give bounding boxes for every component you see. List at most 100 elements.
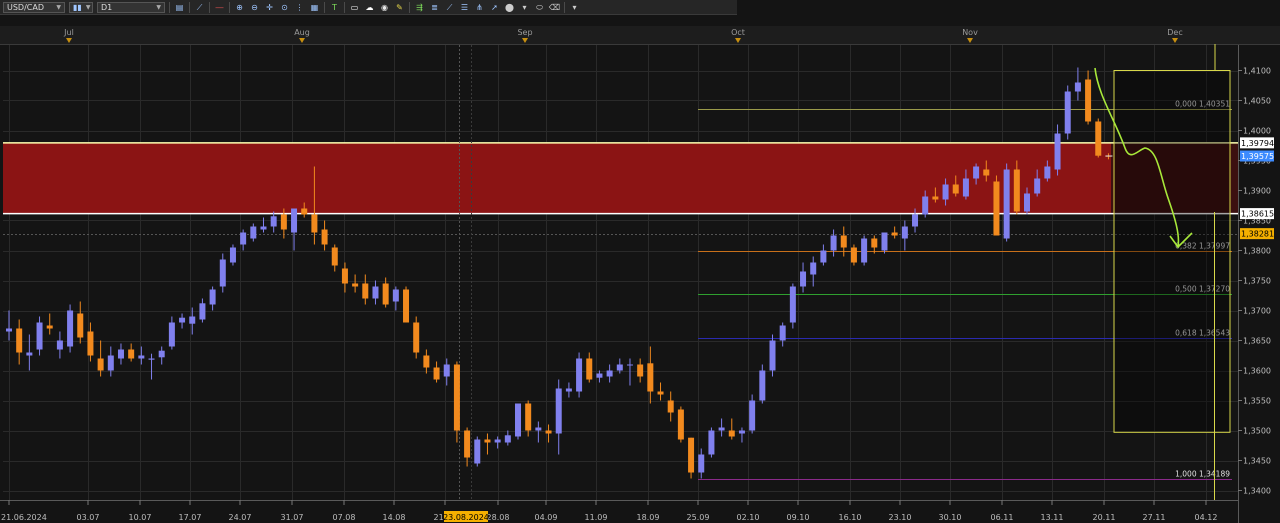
candle-body-bear	[545, 430, 552, 434]
candle-body-bull	[26, 352, 33, 356]
candle-body-bull	[494, 439, 501, 443]
candle-body-bull	[260, 226, 267, 230]
candle-body-bull	[1074, 82, 1081, 92]
month-ruler-background	[0, 26, 1280, 44]
time-tick-label: 13.11	[1041, 513, 1064, 522]
candle-body-bull	[474, 439, 481, 464]
month-label: Dec	[1167, 28, 1182, 37]
candle-body-bull	[1044, 166, 1051, 179]
candle-body-bear	[983, 169, 990, 176]
month-label: Oct	[731, 28, 745, 37]
candle-body-bull	[800, 271, 807, 287]
candle-body-bear	[433, 367, 440, 380]
candle-body-bull	[148, 358, 155, 360]
candle-body-bear	[352, 283, 359, 287]
candle-body-bull	[56, 340, 63, 350]
candle-body-bear	[423, 355, 430, 368]
crosshair-date-label: 23.08.2024	[443, 513, 489, 522]
time-tick-label: 27.11	[1143, 513, 1166, 522]
candle-body-bear	[46, 325, 53, 329]
price-tick-label: 1,3900	[1243, 187, 1271, 196]
candle-body-bull	[291, 208, 298, 233]
time-axis: 21.06.2024 03.07 10.07 17.07 24.07 31.07 07.08…	[0, 500, 1238, 523]
candle-body-bull	[942, 184, 949, 200]
candle-body-bear	[413, 322, 420, 353]
candle-body-bull	[708, 430, 715, 455]
time-tick-label: 28.08	[487, 513, 510, 522]
candle-body-bull	[36, 322, 43, 350]
candle-body-bull	[820, 250, 827, 263]
candle-body-bear	[667, 400, 674, 413]
price-tick-label: 1,4000	[1243, 127, 1271, 136]
time-tick-label: 09.10	[787, 513, 810, 522]
candle-body-bear	[891, 232, 898, 236]
candle-body-bull	[158, 350, 165, 358]
candle-body-bear	[484, 439, 491, 443]
candle-body-bull	[392, 289, 399, 302]
candle-body-bear	[1085, 79, 1092, 122]
candle-body-bear	[637, 364, 644, 377]
candle-body-bear	[993, 181, 1000, 236]
time-tick-label: 04.09	[535, 513, 558, 522]
price-tick-label: 1,3400	[1243, 487, 1271, 496]
time-tick-label: 24.07	[229, 513, 252, 522]
candle-body-bear	[952, 184, 959, 194]
price-label-text: 1,38281	[1241, 230, 1274, 239]
price-label-text: 1,38615	[1241, 210, 1274, 219]
candle-body-bull	[179, 317, 186, 323]
time-tick-label: 16.10	[839, 513, 862, 522]
time-tick-label: 02.10	[737, 513, 760, 522]
candle-body-bull	[606, 370, 613, 377]
candle-body-bull	[759, 370, 766, 401]
candle-body-bull	[219, 259, 226, 287]
time-tick-label: 10.07	[129, 513, 152, 522]
time-tick-label: 23.10	[889, 513, 912, 522]
candle-body-bear	[77, 313, 84, 338]
candle-body-bull	[1024, 193, 1030, 212]
candle-body-bull	[138, 355, 145, 359]
price-chart[interactable]: 0,000 1,403510,382 1,379970,500 1,372700…	[0, 0, 1280, 523]
price-tick-label: 1,3550	[1243, 397, 1271, 406]
price-tick-label: 1,3700	[1243, 307, 1271, 316]
candle-body-bear	[403, 289, 410, 323]
candle-body-bull	[1054, 133, 1061, 170]
candle-body-bull	[912, 214, 919, 227]
candle-body-bull	[240, 232, 247, 245]
candle-body-bear	[16, 328, 23, 353]
projection-box-rect	[1113, 70, 1231, 433]
candle-body-bull	[250, 226, 257, 239]
resistance-zone-fill	[3, 142, 1111, 214]
candle-body-bull	[769, 340, 776, 371]
month-label: Aug	[294, 28, 310, 37]
candle-body-bull	[535, 427, 542, 431]
candle-body-bull	[738, 430, 745, 434]
candle-body-bear	[688, 437, 695, 473]
time-tick-label: 17.07	[179, 513, 202, 522]
candle-body-bear	[128, 349, 135, 359]
candle-body-bear	[677, 409, 684, 440]
candle-body-bear	[321, 229, 328, 245]
candle-body-bear	[97, 358, 104, 371]
candle-body-bull	[229, 247, 236, 263]
time-tick-label: 25.09	[687, 513, 710, 522]
price-tick-label: 1,3500	[1243, 427, 1271, 436]
month-label: Sep	[517, 28, 532, 37]
candle-body-bull	[6, 328, 12, 332]
time-tick-label: 04.12	[1195, 513, 1218, 522]
price-label-text: 1,39794	[1241, 139, 1274, 148]
candle-body-bear	[850, 247, 857, 263]
time-tick-label: 21.06.2024	[1, 513, 47, 522]
price-tick-label: 1,4100	[1243, 67, 1271, 76]
candle-body-bull	[596, 373, 603, 378]
price-tick-label: 1,3450	[1243, 457, 1271, 466]
candle-body-bull	[779, 325, 786, 341]
price-axis-background	[1238, 16, 1280, 523]
candle-body-bear	[657, 391, 664, 395]
price-tick-label: 1,4050	[1243, 97, 1271, 106]
price-tick-label: 1,3800	[1243, 247, 1271, 256]
candle-body-bear	[1095, 121, 1102, 156]
time-tick-label: 07.08	[333, 513, 356, 522]
candle-body-bull	[504, 435, 511, 443]
candle-body-bull	[189, 316, 196, 324]
month-label: Nov	[962, 28, 978, 37]
